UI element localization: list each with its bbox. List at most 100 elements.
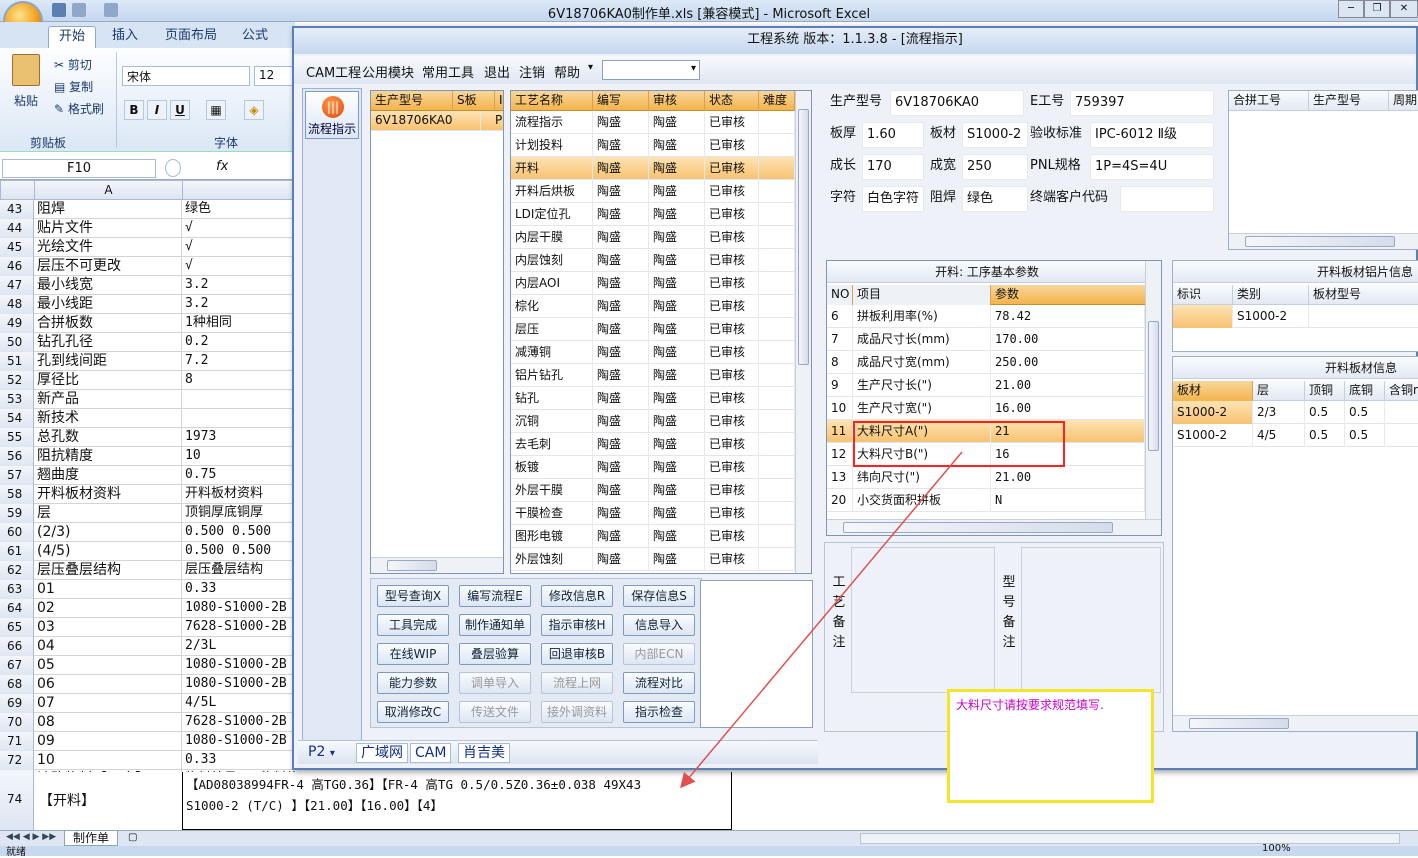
model-grid-col-1[interactable]: S板 bbox=[453, 91, 495, 111]
row-number[interactable]: 49 bbox=[0, 314, 34, 333]
process-row[interactable]: 外层干膜 陶盛 陶盛 已审核 bbox=[511, 479, 795, 502]
cell-b[interactable]: 2/3L bbox=[183, 637, 295, 656]
legend-field[interactable]: 白色字符 bbox=[862, 186, 924, 212]
cell-b[interactable]: 0.33 bbox=[183, 580, 295, 599]
fill-color-icon[interactable]: ◈ bbox=[244, 100, 264, 120]
paste-label[interactable]: 粘贴 bbox=[14, 92, 38, 109]
row-number[interactable]: 61 bbox=[0, 542, 34, 561]
row-number[interactable]: 58 bbox=[0, 485, 34, 504]
row-number[interactable]: 62 bbox=[0, 561, 34, 580]
cut-col-1[interactable]: 层 bbox=[1253, 381, 1305, 401]
cell-b[interactable]: 7.2 bbox=[183, 352, 295, 371]
cell-a[interactable]: 最小线宽 bbox=[35, 276, 182, 295]
cell-a[interactable]: 合拼板数 bbox=[35, 314, 182, 333]
process-row[interactable]: 沉铜 陶盛 陶盛 已审核 bbox=[511, 410, 795, 433]
cell-a[interactable]: 钻孔孔径 bbox=[35, 333, 182, 352]
cell-a[interactable]: 层压叠层结构 bbox=[35, 561, 182, 580]
action-button[interactable]: 编写流程E bbox=[459, 585, 531, 607]
redo-icon[interactable] bbox=[104, 3, 118, 17]
action-button[interactable]: 接外调资料 bbox=[541, 701, 613, 723]
params-col-value[interactable]: 参数 bbox=[991, 285, 1147, 305]
insert-sheet-icon[interactable]: ▢ bbox=[128, 832, 137, 843]
param-row[interactable]: 8 成品尺寸宽(mm) 250.00 bbox=[827, 351, 1145, 374]
cell-a[interactable]: 新技术 bbox=[35, 409, 182, 428]
al-col-1[interactable]: 类别 bbox=[1233, 285, 1309, 305]
process-col-author[interactable]: 编写 bbox=[593, 91, 649, 111]
select-all-corner[interactable] bbox=[0, 180, 35, 200]
combine-col-1[interactable]: 生产型号 bbox=[1309, 91, 1389, 111]
cell-b[interactable]: 3.2 bbox=[183, 295, 295, 314]
action-button[interactable]: 流程对比 bbox=[623, 672, 695, 694]
cell-a[interactable]: 新产品 bbox=[35, 390, 182, 409]
prod-model-field[interactable]: 6V18706KA0 bbox=[890, 90, 1024, 116]
italic-button[interactable]: I bbox=[147, 100, 167, 120]
row-number[interactable]: 68 bbox=[0, 675, 34, 694]
tab-formulas[interactable]: 公式 bbox=[232, 26, 278, 48]
paste-icon[interactable] bbox=[12, 54, 40, 86]
row-number[interactable]: 54 bbox=[0, 409, 34, 428]
action-button[interactable]: 型号查询X bbox=[377, 585, 449, 607]
cell-a[interactable]: 07 bbox=[35, 694, 182, 713]
cell-b[interactable]: 7628-S1000-2B bbox=[183, 713, 295, 732]
action-button[interactable]: 调单导入 bbox=[459, 672, 531, 694]
length-field[interactable]: 170 bbox=[862, 154, 924, 180]
cell-a[interactable]: 03 bbox=[35, 618, 182, 637]
cell-a[interactable]: 光绘文件 bbox=[35, 238, 182, 257]
param-row[interactable]: 7 成品尺寸长(mm) 170.00 bbox=[827, 328, 1145, 351]
row-number[interactable]: 51 bbox=[0, 352, 34, 371]
save-icon[interactable] bbox=[52, 3, 66, 17]
cell-a[interactable]: 阻焊 bbox=[35, 200, 182, 219]
process-row[interactable]: 外层蚀刻 陶盛 陶盛 已审核 bbox=[511, 548, 795, 571]
action-button[interactable]: 保存信息S bbox=[623, 585, 695, 607]
action-button[interactable]: 传送文件 bbox=[459, 701, 531, 723]
cell-b[interactable]: 1080-S1000-2B bbox=[183, 675, 295, 694]
row-number[interactable]: 47 bbox=[0, 276, 34, 295]
e-no-field[interactable]: 759397 bbox=[1070, 90, 1214, 116]
action-button[interactable]: 能力参数 bbox=[377, 672, 449, 694]
menu-combo[interactable] bbox=[602, 60, 700, 80]
cell-a[interactable]: (2/3) bbox=[35, 523, 182, 542]
process-col-reviewer[interactable]: 审核 bbox=[649, 91, 705, 111]
cell-a[interactable]: 10 bbox=[35, 751, 182, 770]
cell-a74[interactable]: 【开料】 bbox=[35, 790, 182, 810]
process-row[interactable]: 棕化 陶盛 陶盛 已审核 bbox=[511, 295, 795, 318]
fx-icon[interactable]: fx bbox=[216, 159, 228, 174]
cell-b[interactable]: 10 bbox=[183, 447, 295, 466]
cell-b[interactable] bbox=[183, 409, 295, 428]
cell-b[interactable] bbox=[183, 390, 295, 409]
row-number[interactable]: 67 bbox=[0, 656, 34, 675]
tab-person[interactable]: 肖吉美 bbox=[458, 743, 510, 763]
row-number[interactable]: 60 bbox=[0, 523, 34, 542]
process-row[interactable]: 内层AOI 陶盛 陶盛 已审核 bbox=[511, 272, 795, 295]
process-remark-field[interactable] bbox=[851, 547, 995, 693]
cell-a[interactable]: 09 bbox=[35, 732, 182, 751]
scroll-thumb[interactable] bbox=[387, 560, 437, 571]
font-name-select[interactable]: 宋体 bbox=[122, 66, 250, 86]
action-button[interactable]: 流程上网 bbox=[541, 672, 613, 694]
al-col-2[interactable]: 板材型号 bbox=[1309, 285, 1418, 305]
process-row[interactable]: 内层蚀刻 陶盛 陶盛 已审核 bbox=[511, 249, 795, 272]
cut-col-0[interactable]: 板材 bbox=[1173, 381, 1253, 401]
process-grid-vscroll[interactable] bbox=[795, 91, 811, 573]
cut-sheet-hscroll[interactable] bbox=[1173, 715, 1418, 731]
process-col-difficulty[interactable]: 难度 bbox=[759, 91, 795, 111]
action-button[interactable]: 制作通知单 bbox=[459, 614, 531, 636]
params-col-no[interactable]: NO bbox=[827, 285, 853, 305]
action-button[interactable]: 在线WIP bbox=[377, 643, 449, 665]
row-number[interactable]: 48 bbox=[0, 295, 34, 314]
underline-button[interactable]: U bbox=[170, 100, 190, 120]
cell-a[interactable]: 孔到线间距 bbox=[35, 352, 182, 371]
thickness-field[interactable]: 1.60 bbox=[862, 122, 924, 148]
cut-col-2[interactable]: 顶铜 bbox=[1305, 381, 1345, 401]
action-button[interactable]: 叠层验算 bbox=[459, 643, 531, 665]
process-row[interactable]: 去毛刺 陶盛 陶盛 已审核 bbox=[511, 433, 795, 456]
process-row[interactable]: 钻孔 陶盛 陶盛 已审核 bbox=[511, 387, 795, 410]
al-col-0[interactable]: 标识 bbox=[1173, 285, 1233, 305]
action-button[interactable]: 指示审核H bbox=[541, 614, 613, 636]
cell-a[interactable]: 层 bbox=[35, 504, 182, 523]
tab-cam[interactable]: CAM bbox=[410, 743, 452, 763]
font-size-select[interactable]: 12 bbox=[254, 66, 294, 86]
cell-b[interactable]: 1973 bbox=[183, 428, 295, 447]
param-row[interactable]: 6 拼板利用率(%) 78.42 bbox=[827, 305, 1145, 328]
row-number[interactable]: 56 bbox=[0, 447, 34, 466]
